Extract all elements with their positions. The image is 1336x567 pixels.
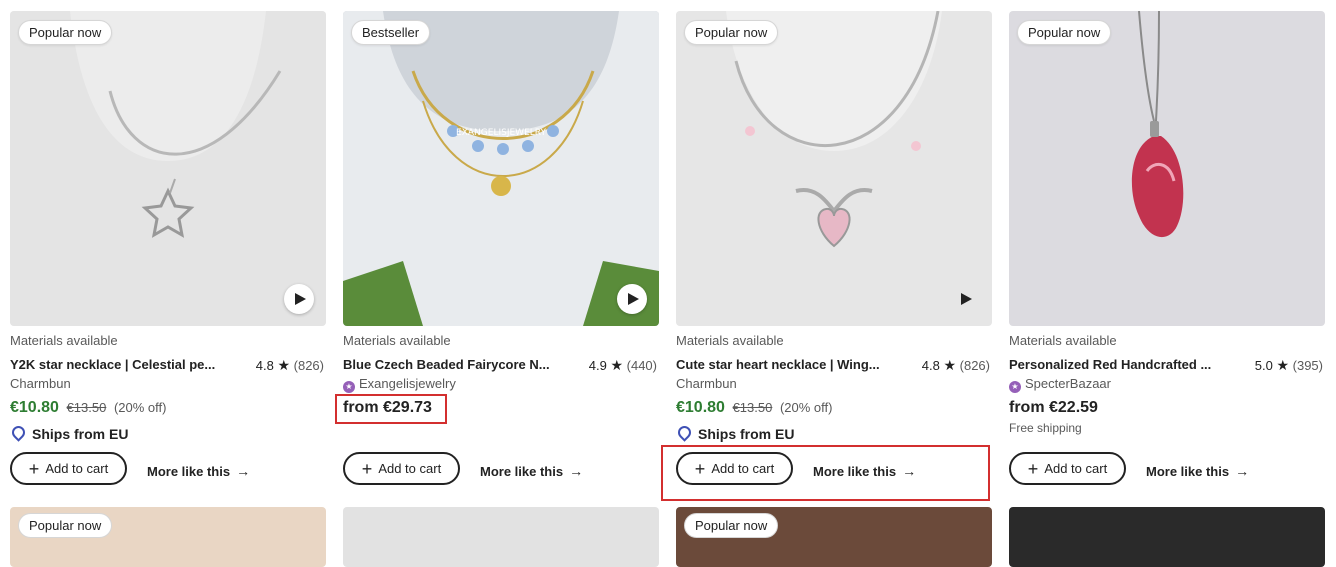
listing-card-1[interactable]: Popular now Materials available Y2K star…: [9, 0, 326, 553]
price-highlight-box: [335, 394, 447, 424]
ships-from: Ships from EU: [9, 423, 129, 442]
shop-name[interactable]: ★ Exangelisjewelry: [343, 376, 456, 393]
location-pin-icon: [675, 423, 694, 442]
plus-icon: +: [28, 458, 40, 479]
review-count: (395): [1292, 358, 1323, 373]
shop-name-label: Exangelisjewelry: [359, 376, 456, 391]
materials-label: Materials available: [676, 333, 784, 348]
listing-card-2[interactable]: EXANGELISJEWELRY Bestseller Materials av…: [343, 0, 659, 553]
popular-now-badge: Popular now: [684, 20, 779, 45]
next-listing-image-2[interactable]: [343, 507, 659, 567]
rating-value: 4.8: [255, 358, 274, 373]
more-like-this-link[interactable]: More like this →: [147, 463, 250, 479]
review-count: (440): [626, 358, 657, 373]
rating: 4.8 ★ (826): [922, 357, 990, 374]
star-seller-icon: ★: [1009, 381, 1021, 393]
price: from €22.59: [1009, 399, 1098, 416]
review-count: (826): [959, 358, 990, 373]
popular-now-badge: Popular now: [18, 20, 113, 45]
popular-now-badge: Popular now: [684, 513, 779, 538]
arrow-right-icon: →: [569, 463, 584, 479]
shop-name[interactable]: ★ SpecterBazaar: [1009, 376, 1111, 393]
listing-image[interactable]: EXANGELISJEWELRY Bestseller: [343, 11, 659, 326]
popular-now-badge: Popular now: [18, 513, 113, 538]
popular-now-badge: Popular now: [1017, 20, 1112, 45]
necklace-photo: [676, 11, 992, 326]
rating: 5.0 ★ (395): [1255, 357, 1323, 374]
play-video-icon[interactable]: [284, 284, 314, 314]
discount: (20% off): [779, 400, 833, 415]
ships-from-label: Ships from EU: [32, 426, 129, 442]
next-listing-image-4[interactable]: [1009, 507, 1325, 567]
listing-image[interactable]: Popular now: [10, 11, 326, 326]
rating-value: 4.9: [588, 358, 607, 373]
free-shipping-label: Free shipping: [1009, 421, 1082, 435]
star-icon: ★: [1276, 357, 1290, 373]
more-like-this-label: More like this: [1146, 464, 1230, 479]
bestseller-badge: Bestseller: [351, 20, 431, 45]
play-video-icon[interactable]: [950, 284, 980, 314]
play-video-icon[interactable]: [617, 284, 647, 314]
listing-title[interactable]: Cute star heart necklace | Wing...: [676, 357, 890, 372]
arrow-right-icon: →: [236, 463, 251, 479]
shop-name[interactable]: Charmbun: [10, 376, 71, 391]
necklace-photo: [10, 11, 326, 326]
location-pin-icon: [9, 423, 28, 442]
more-like-this-label: More like this: [147, 464, 231, 479]
price-row: €10.80 €13.50 (20% off): [10, 399, 166, 417]
star-icon: ★: [277, 357, 291, 373]
add-to-cart-label: Add to cart: [45, 461, 109, 476]
listing-title[interactable]: Personalized Red Handcrafted ...: [1009, 357, 1223, 372]
ships-from: Ships from EU: [675, 423, 795, 442]
materials-label: Materials available: [343, 333, 451, 348]
sale-price: €10.80: [10, 399, 59, 416]
rating: 4.9 ★ (440): [589, 357, 657, 374]
add-to-cart-label: Add to cart: [1044, 461, 1108, 476]
listing-title[interactable]: Blue Czech Beaded Fairycore N...: [343, 357, 557, 372]
more-like-this-link[interactable]: More like this →: [1146, 463, 1249, 479]
listing-card-4[interactable]: Popular now Materials available Personal…: [1009, 0, 1325, 553]
materials-label: Materials available: [10, 333, 118, 348]
shop-name-label: SpecterBazaar: [1025, 376, 1111, 391]
star-seller-icon: ★: [343, 381, 355, 393]
add-to-cart-label: Add to cart: [378, 461, 442, 476]
necklace-photo: EXANGELISJEWELRY: [343, 11, 659, 326]
star-icon: ★: [610, 357, 624, 373]
listing-title[interactable]: Y2K star necklace | Celestial pe...: [10, 357, 224, 372]
add-to-cart-button[interactable]: + Add to cart: [1009, 452, 1126, 485]
arrow-right-icon: →: [1235, 463, 1250, 479]
sale-price: €10.80: [676, 399, 725, 416]
rating: 4.8 ★ (826): [256, 357, 324, 374]
discount: (20% off): [113, 400, 167, 415]
listing-image[interactable]: Popular now: [1009, 11, 1325, 326]
review-count: (826): [293, 358, 324, 373]
add-to-cart-button[interactable]: + Add to cart: [10, 452, 127, 485]
star-icon: ★: [943, 357, 957, 373]
price-row: from €22.59: [1009, 399, 1098, 417]
original-price: €13.50: [732, 400, 773, 415]
ships-from-label: Ships from EU: [698, 426, 795, 442]
original-price: €13.50: [66, 400, 107, 415]
pendant-photo: [1131, 11, 1184, 238]
rating-value: 5.0: [1254, 358, 1273, 373]
more-like-this-label: More like this: [480, 464, 564, 479]
add-to-cart-button[interactable]: + Add to cart: [343, 452, 460, 485]
cart-actions-highlight-box: [661, 445, 990, 501]
watermark-text: EXANGELISJEWELRY: [456, 128, 546, 138]
plus-icon: +: [361, 458, 373, 479]
materials-label: Materials available: [1009, 333, 1117, 348]
plus-icon: +: [1027, 458, 1039, 479]
price-row: €10.80 €13.50 (20% off): [676, 399, 832, 417]
more-like-this-link[interactable]: More like this →: [480, 463, 583, 479]
shop-name[interactable]: Charmbun: [676, 376, 737, 391]
rating-value: 4.8: [921, 358, 940, 373]
listing-image[interactable]: Popular now: [676, 11, 992, 326]
